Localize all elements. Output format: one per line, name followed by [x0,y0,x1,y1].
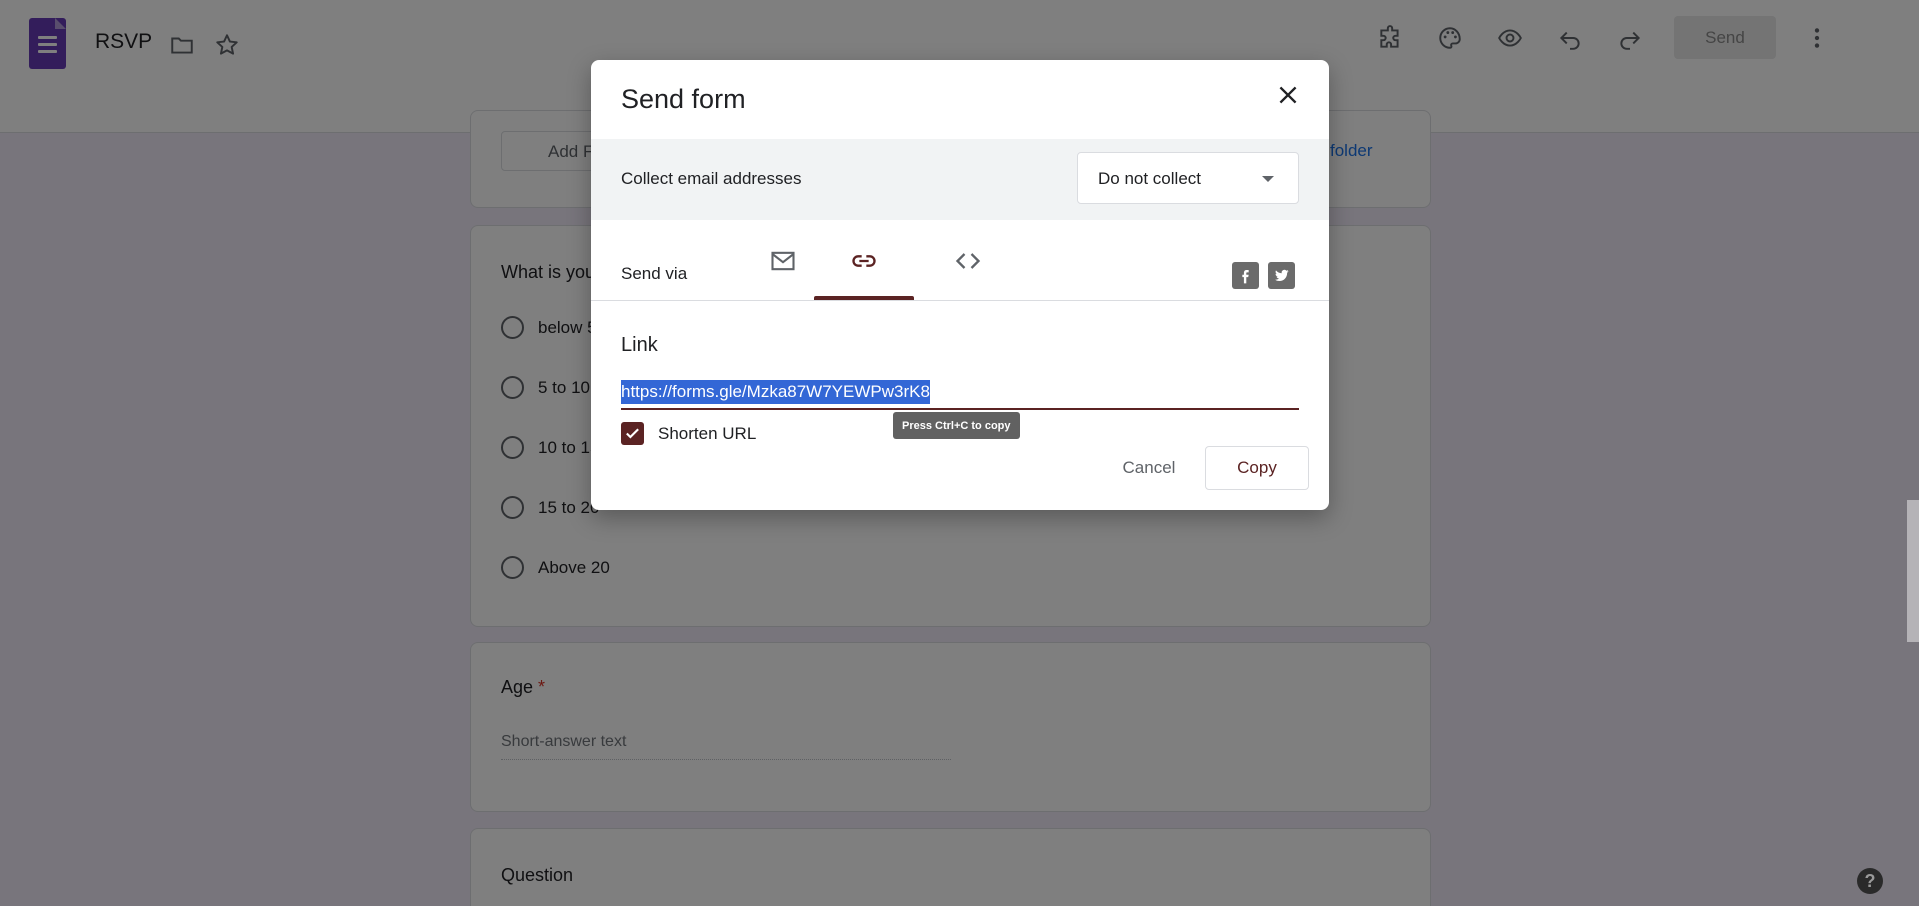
dialog-title: Send form [621,84,746,114]
code-embed-icon [955,252,981,269]
cancel-button[interactable]: Cancel [1104,446,1194,490]
help-icon[interactable]: ? [1857,868,1883,894]
tab-embed[interactable] [918,220,1018,301]
url-text[interactable]: https://forms.gle/Mzka87W7YEWPw3rK8 [621,380,930,404]
active-tab-indicator [814,296,914,300]
collect-email-value: Do not collect [1098,169,1201,188]
check-icon [626,428,639,439]
copy-tooltip: Press Ctrl+C to copy [893,412,1020,439]
collect-email-label: Collect email addresses [621,169,802,188]
send-via-row: Send via [591,220,1329,301]
collect-email-row: Collect email addresses Do not collect [591,139,1329,220]
facebook-icon[interactable] [1232,262,1259,289]
email-icon [771,251,795,270]
shorten-url-label[interactable]: Shorten URL [658,424,756,444]
link-heading: Link [621,334,658,356]
send-via-label: Send via [621,264,688,283]
url-field[interactable]: https://forms.gle/Mzka87W7YEWPw3rK8 [621,380,1299,410]
copy-button[interactable]: Copy [1205,446,1309,490]
chevron-down-icon [1262,176,1274,182]
close-icon[interactable] [1271,78,1305,112]
scrollbar[interactable] [1907,500,1919,642]
twitter-icon[interactable] [1268,262,1295,289]
shorten-url-checkbox[interactable] [621,422,644,445]
collect-email-dropdown[interactable]: Do not collect [1077,152,1299,204]
tab-link[interactable] [814,220,914,301]
link-icon [852,254,876,267]
send-form-dialog: Send form Collect email addresses Do not… [591,60,1329,510]
